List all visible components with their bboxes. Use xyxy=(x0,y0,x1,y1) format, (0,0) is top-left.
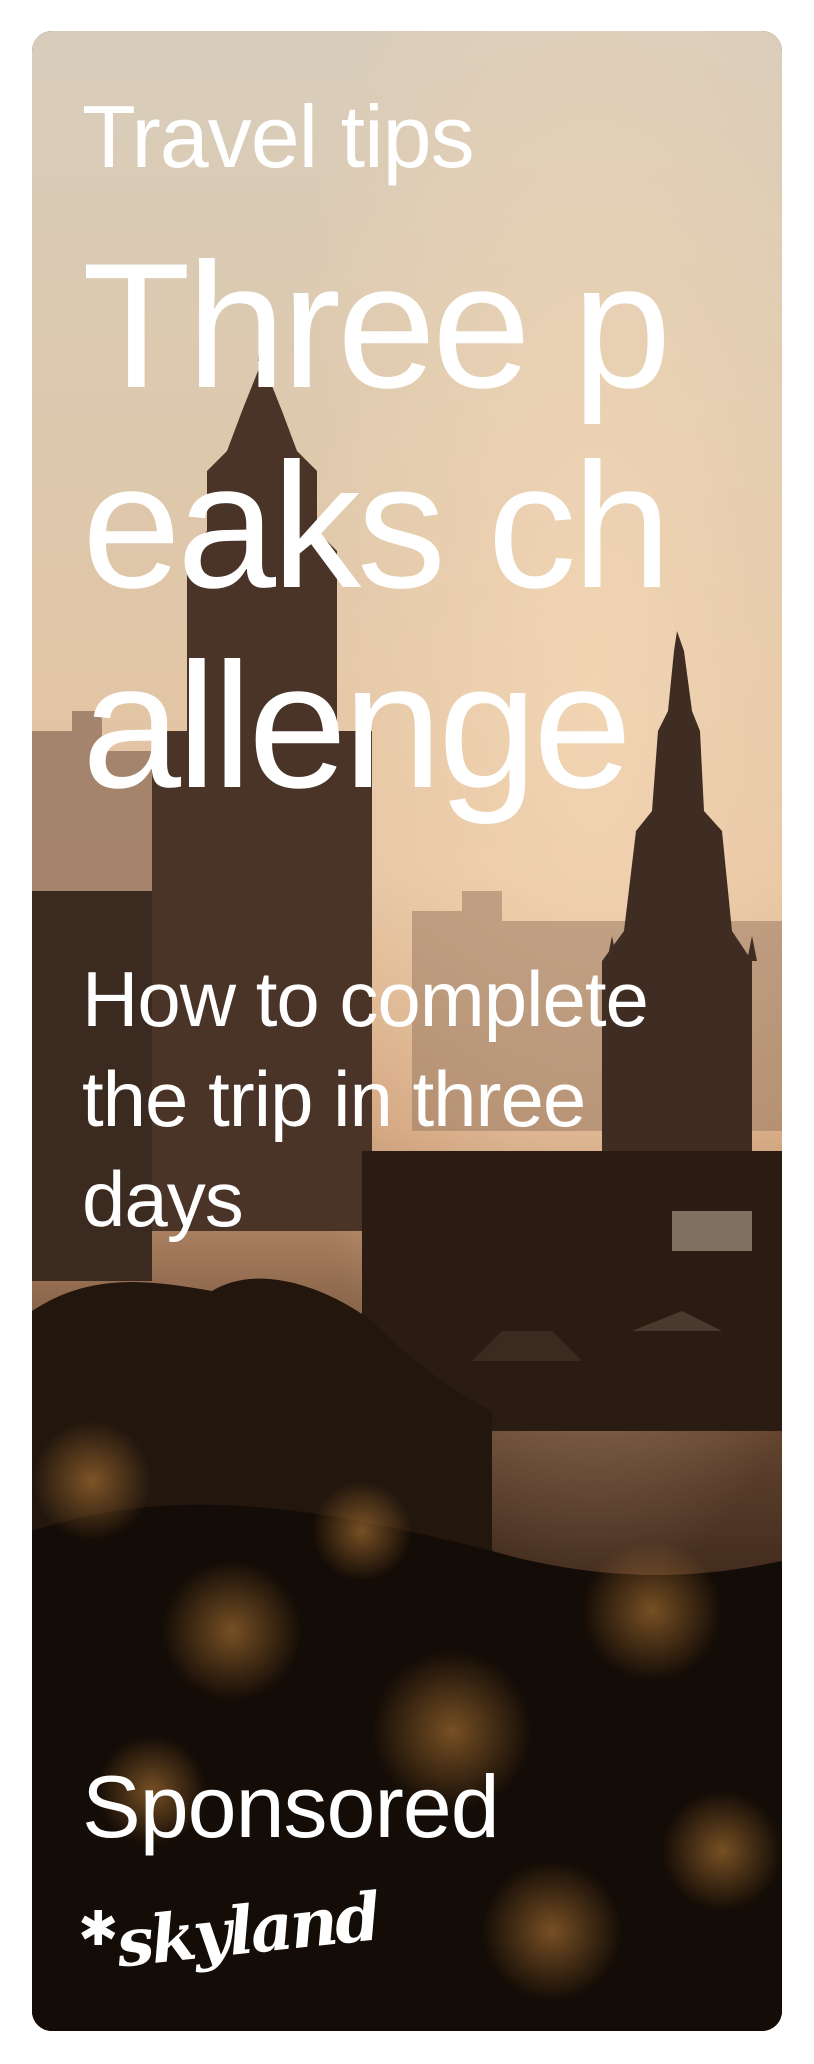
subheadline: How to complete the trip in three days xyxy=(82,955,649,1243)
brand-logo-text: skyland xyxy=(112,1877,382,1983)
category-label: Travel tips xyxy=(82,87,475,186)
ad-card[interactable]: Travel tips Three peaks challenge How to… xyxy=(32,31,782,2031)
brand-logo[interactable]: ✱ skyland xyxy=(78,1878,382,2001)
sponsored-label: Sponsored xyxy=(82,1757,500,1856)
headline[interactable]: Three peaks challenge xyxy=(82,226,722,826)
ad-text: Travel tips Three peaks challenge How to… xyxy=(32,31,782,2031)
